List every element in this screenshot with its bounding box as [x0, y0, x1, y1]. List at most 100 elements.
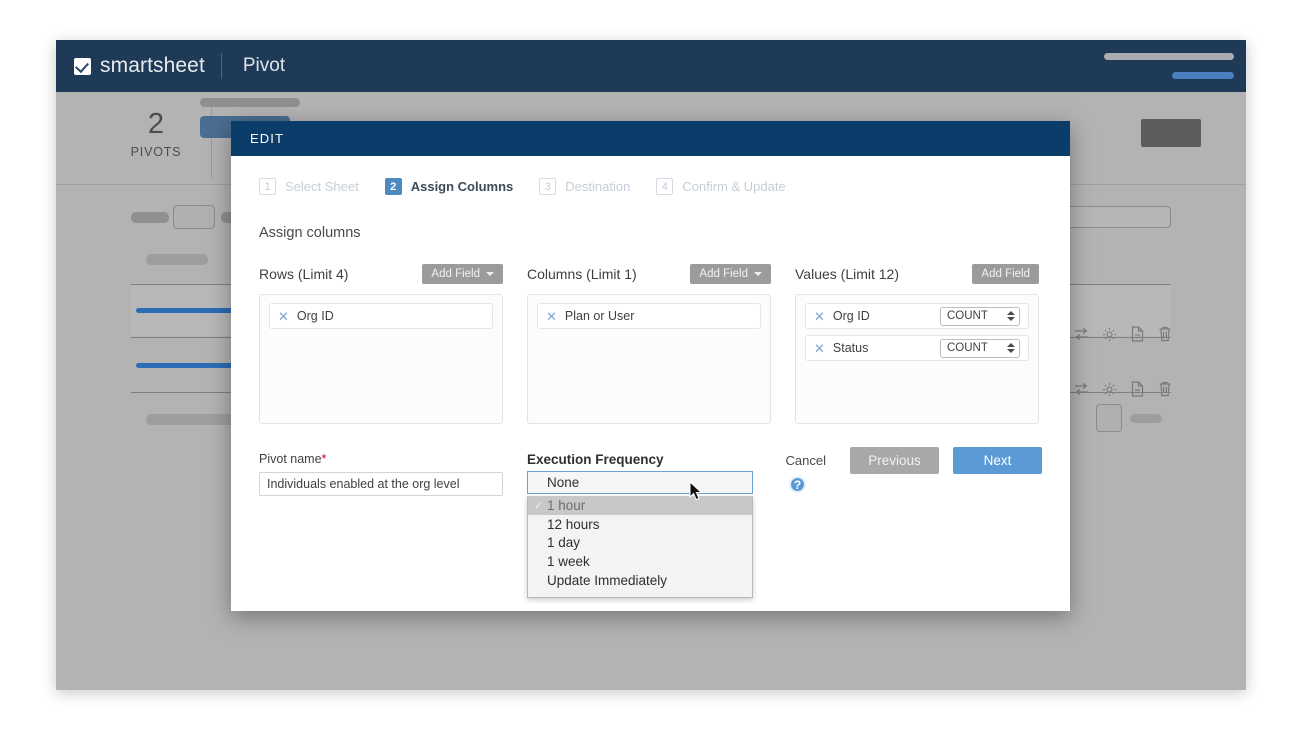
step-number: 2 [385, 178, 402, 195]
page-title: Assign columns [259, 225, 1042, 241]
field-chip-label: Org ID [833, 309, 870, 323]
panel-header: Values (Limit 12) Add Field [795, 263, 1039, 285]
document-icon[interactable] [1130, 326, 1145, 342]
wizard-step-select-sheet[interactable]: 1 Select Sheet [259, 178, 359, 195]
modal-title: EDIT [231, 121, 1070, 156]
option-label: 1 week [547, 554, 590, 569]
option-1-day[interactable]: 1 day [528, 534, 752, 553]
brand-divider [221, 53, 222, 79]
add-field-button-rows[interactable]: Add Field [422, 264, 503, 284]
execution-frequency-select[interactable]: None [527, 471, 753, 494]
brand-name: smartsheet [100, 54, 205, 78]
trash-icon[interactable] [1158, 326, 1172, 342]
execution-frequency-field: Execution Frequency None ✓ 1 hour 12 hou… [527, 452, 771, 496]
step-label: Select Sheet [285, 179, 359, 194]
aggregate-select[interactable]: COUNT [940, 307, 1020, 326]
add-field-button-values[interactable]: Add Field [972, 264, 1039, 284]
panel-title: Values (Limit 12) [795, 266, 899, 282]
wizard-step-assign-columns[interactable]: 2 Assign Columns [385, 178, 514, 195]
pagination-current-page[interactable] [1096, 404, 1122, 432]
option-label: Update Immediately [547, 573, 667, 588]
option-update-immediately[interactable]: Update Immediately [528, 571, 752, 590]
add-field-label: Add Field [981, 268, 1030, 280]
modal-footer: Cancel Previous Next [776, 447, 1042, 474]
pivot-name-field: Pivot name* [259, 452, 503, 496]
option-label: 1 day [547, 535, 580, 550]
trash-icon[interactable] [1158, 381, 1172, 397]
cancel-button[interactable]: Cancel [776, 447, 836, 474]
field-chip[interactable]: ✕ Status COUNT [805, 335, 1029, 361]
panel-header: Rows (Limit 4) Add Field [259, 263, 503, 285]
panel-rows: Rows (Limit 4) Add Field ✕ Org ID [259, 263, 503, 424]
step-label: Destination [565, 179, 630, 194]
transfer-icon[interactable] [1074, 382, 1089, 397]
pivot-count-number: 2 [101, 110, 211, 139]
option-label: 12 hours [547, 517, 600, 532]
field-chip[interactable]: ✕ Org ID [269, 303, 493, 329]
step-label: Confirm & Update [682, 179, 785, 194]
dropzone-rows[interactable]: ✕ Org ID [259, 294, 503, 424]
close-icon[interactable]: ✕ [546, 310, 557, 323]
wizard-steps: 1 Select Sheet 2 Assign Columns 3 Destin… [259, 178, 1042, 195]
transfer-icon[interactable] [1074, 327, 1089, 342]
pivot-name-label: Pivot name* [259, 452, 503, 466]
list-header-placeholder [146, 254, 208, 265]
option-1-hour[interactable]: ✓ 1 hour [528, 496, 752, 515]
edit-modal: EDIT 1 Select Sheet 2 Assign Columns 3 D… [231, 121, 1070, 611]
add-field-button-columns[interactable]: Add Field [690, 264, 771, 284]
add-field-label: Add Field [699, 268, 748, 280]
help-icon[interactable]: ? [789, 476, 806, 493]
execution-frequency-selected-value: None [547, 475, 579, 490]
pagination-placeholder-right [1130, 414, 1162, 423]
aggregate-value: COUNT [947, 310, 988, 322]
aggregate-select[interactable]: COUNT [940, 339, 1020, 358]
step-number: 3 [539, 178, 556, 195]
gear-icon[interactable] [1102, 382, 1117, 397]
dropzone-columns[interactable]: ✕ Plan or User [527, 294, 771, 424]
chevron-down-icon [754, 272, 762, 276]
add-field-label: Add Field [431, 268, 480, 280]
gear-icon[interactable] [1102, 327, 1117, 342]
pivot-count: 2 PIVOTS [101, 110, 211, 159]
app-header: smartsheet Pivot [56, 40, 1246, 92]
document-icon[interactable] [1130, 381, 1145, 397]
panel-title: Columns (Limit 1) [527, 266, 637, 282]
field-chip-label: Status [833, 341, 868, 355]
step-number: 1 [259, 178, 276, 195]
stepper-icon [1007, 343, 1015, 353]
toolbar-placeholder-bar [200, 98, 300, 107]
close-icon[interactable]: ✕ [278, 310, 289, 323]
step-number: 4 [656, 178, 673, 195]
next-button[interactable]: Next [953, 447, 1042, 474]
dropzone-values[interactable]: ✕ Org ID COUNT ✕ Status [795, 294, 1039, 424]
option-12-hours[interactable]: 12 hours [528, 515, 752, 534]
chevron-down-icon [486, 272, 494, 276]
assign-columns-panels: Rows (Limit 4) Add Field ✕ Org ID [259, 263, 1042, 424]
brand: smartsheet Pivot [74, 53, 285, 79]
pivot-name-input[interactable] [259, 472, 503, 496]
wizard-step-destination[interactable]: 3 Destination [539, 178, 630, 195]
filter-placeholder-a [131, 212, 169, 223]
field-chip[interactable]: ✕ Plan or User [537, 303, 761, 329]
execution-frequency-options: ✓ 1 hour 12 hours 1 day 1 week Update Im… [527, 496, 753, 598]
field-chip-label: Org ID [297, 309, 334, 323]
close-icon[interactable]: ✕ [814, 310, 825, 323]
close-icon[interactable]: ✕ [814, 342, 825, 355]
required-marker: * [322, 452, 327, 466]
secondary-action-button[interactable] [1141, 119, 1201, 147]
panel-header: Columns (Limit 1) Add Field [527, 263, 771, 285]
panel-columns: Columns (Limit 1) Add Field ✕ Plan or Us… [527, 263, 771, 424]
wizard-step-confirm-update[interactable]: 4 Confirm & Update [656, 178, 785, 195]
stepper-icon [1007, 311, 1015, 321]
filter-placeholder-box[interactable] [173, 205, 215, 229]
pivot-count-label: PIVOTS [101, 145, 211, 159]
step-label: Assign Columns [411, 179, 514, 194]
search-placeholder-box[interactable] [1066, 206, 1171, 228]
field-chip[interactable]: ✕ Org ID COUNT [805, 303, 1029, 329]
previous-button[interactable]: Previous [850, 447, 939, 474]
pivot-name-label-text: Pivot name [259, 452, 322, 466]
option-1-week[interactable]: 1 week [528, 552, 752, 571]
app-name: Pivot [243, 55, 285, 77]
panel-title: Rows (Limit 4) [259, 266, 348, 282]
header-placeholder-link[interactable] [1172, 72, 1234, 79]
